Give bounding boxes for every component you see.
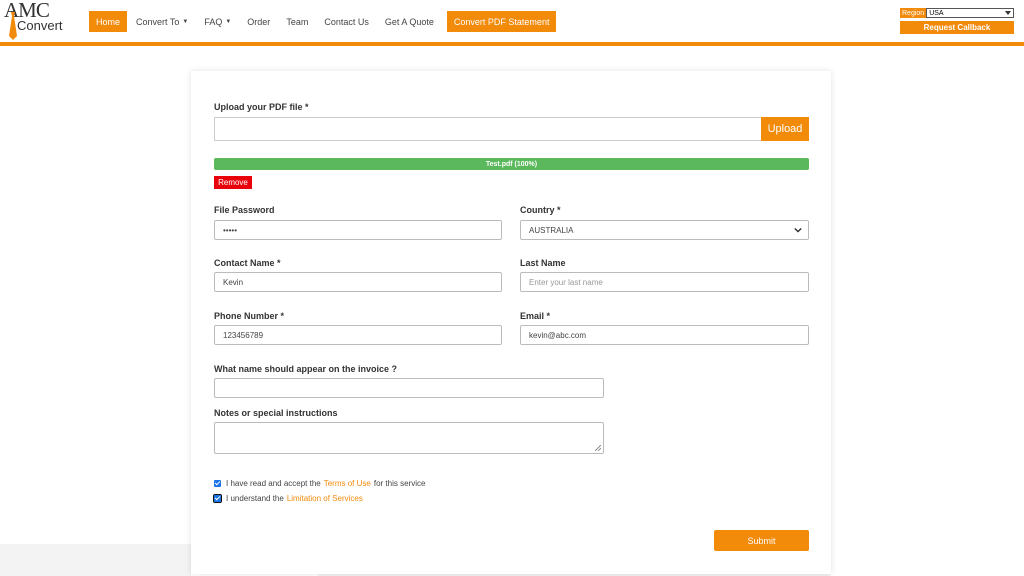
nav-home-label: Home (96, 16, 121, 27)
invoice-name-label: What name should appear on the invoice ? (214, 364, 398, 374)
nav-faq-label: FAQ (204, 16, 223, 27)
site-header: AMC Convert Home Convert To ▼ FAQ ▼ Order … (0, 0, 1024, 46)
nav-convert-to-label: Convert To (136, 16, 180, 27)
phone-value: 123456789 (223, 330, 264, 340)
nav-convert-pdf-statement[interactable]: Convert PDF Statement (446, 11, 557, 32)
region-value: USA (929, 9, 944, 17)
limitation-row: I understand the Limitation of Services (213, 494, 366, 503)
country-value: AUSTRALIA (529, 225, 574, 235)
nav-contact-us[interactable]: Contact Us (317, 11, 376, 32)
region-selector: Region USA (900, 8, 1014, 18)
logo-text-bottom: Convert (17, 18, 63, 33)
upload-progress-text: Test.pdf (100%) (485, 160, 538, 168)
nav-team-label: Team (286, 16, 309, 27)
file-password-value: ••••• (223, 225, 238, 235)
limitation-prefix: I understand the (226, 494, 284, 503)
nav-order-label: Order (247, 16, 271, 27)
country-select[interactable]: AUSTRALIA (520, 220, 809, 240)
upload-progress-bar: Test.pdf (100%) (214, 158, 809, 170)
nav-get-a-quote-label: Get A Quote (384, 16, 434, 27)
nav-convert-pdf-statement-label: Convert PDF Statement (453, 16, 550, 27)
limitation-link[interactable]: Limitation of Services (287, 494, 363, 503)
last-name-placeholder: Enter your last name (529, 277, 603, 287)
chevron-down-icon (794, 227, 802, 233)
nav-contact-us-label: Contact Us (324, 16, 369, 27)
nav-order[interactable]: Order (240, 11, 277, 32)
terms-prefix: I have read and accept the (226, 479, 321, 488)
submit-button[interactable]: Submit (714, 530, 809, 551)
caret-down-icon: ▼ (182, 18, 189, 25)
contact-name-input[interactable]: Kevin (214, 272, 502, 292)
phone-label: Phone Number * (214, 311, 285, 321)
notes-label: Notes or special instructions (214, 408, 338, 418)
resize-handle-icon[interactable] (595, 445, 601, 451)
last-name-label: Last Name (520, 258, 566, 268)
caret-down-icon: ▼ (225, 18, 232, 25)
logo[interactable]: AMC Convert (4, 0, 64, 40)
contact-name-label: Contact Name * (214, 258, 281, 268)
last-name-input[interactable]: Enter your last name (520, 272, 809, 292)
upload-label: Upload your PDF file * (214, 102, 309, 112)
file-password-label: File Password (214, 205, 275, 215)
nav-convert-to[interactable]: Convert To ▼ (129, 11, 195, 32)
phone-input[interactable]: 123456789 (214, 325, 502, 345)
email-value: kevin@abc.com (529, 330, 587, 340)
email-label: Email * (520, 311, 551, 321)
file-password-input[interactable]: ••••• (214, 220, 502, 240)
request-callback-button[interactable]: Request Callback (900, 21, 1014, 34)
nav-get-a-quote[interactable]: Get A Quote (378, 11, 441, 32)
limitation-checkbox[interactable] (213, 494, 222, 503)
chevron-down-icon (1005, 11, 1011, 15)
nav-home[interactable]: Home (89, 11, 128, 32)
terms-suffix: for this service (373, 479, 426, 488)
terms-checkbox[interactable] (214, 480, 221, 487)
region-label: Region (900, 8, 927, 18)
header-divider (0, 42, 1024, 46)
terms-row: I have read and accept the Terms of Use … (214, 479, 425, 488)
invoice-name-input[interactable] (214, 378, 604, 398)
country-label: Country * (520, 205, 561, 215)
upload-button[interactable]: Upload (761, 117, 809, 141)
contact-name-value: Kevin (223, 277, 244, 287)
page-background (0, 544, 191, 576)
nav-faq[interactable]: FAQ ▼ (197, 11, 238, 32)
nav-team[interactable]: Team (279, 11, 315, 32)
remove-file-button[interactable]: Remove (214, 176, 252, 189)
upload-file-input[interactable] (214, 117, 762, 141)
terms-link[interactable]: Terms of Use (324, 479, 371, 488)
region-select[interactable]: USA (926, 8, 1014, 18)
notes-textarea[interactable] (214, 422, 604, 454)
main-nav: Home Convert To ▼ FAQ ▼ Order Team Contact… (89, 11, 558, 32)
email-input[interactable]: kevin@abc.com (520, 325, 809, 345)
